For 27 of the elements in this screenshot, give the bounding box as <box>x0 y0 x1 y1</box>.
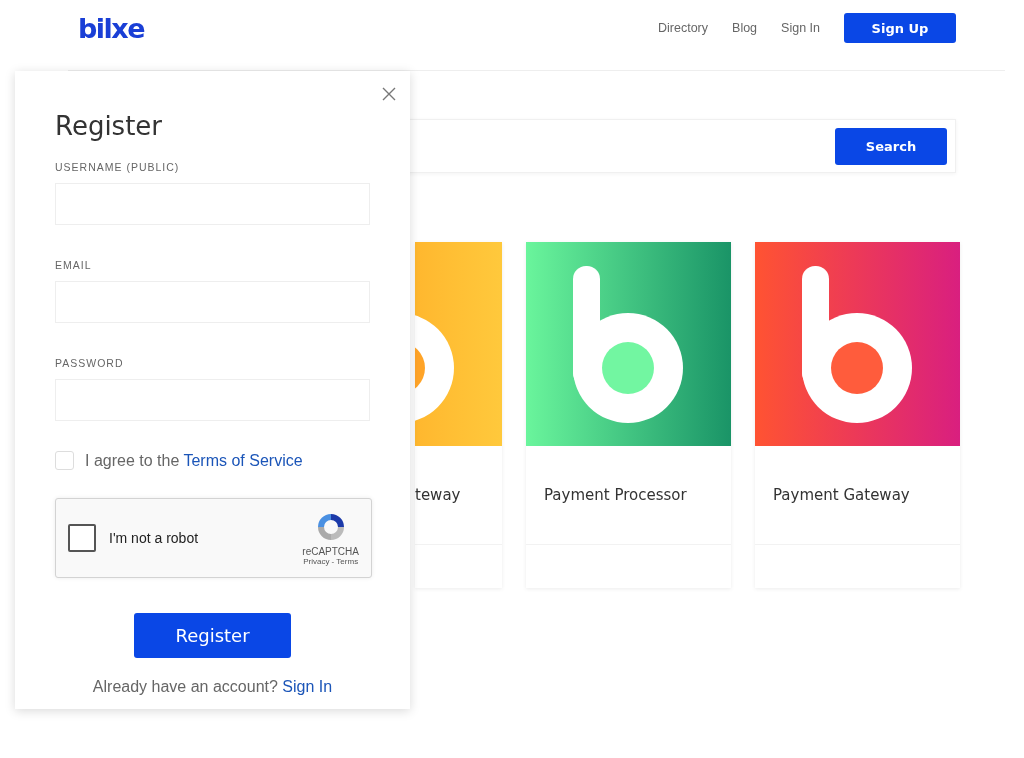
nav-link[interactable]: Directory <box>658 21 709 35</box>
card-title: Payment Processor <box>526 446 731 545</box>
captcha-checkbox[interactable] <box>68 524 96 552</box>
search-button[interactable]: Search <box>835 127 947 165</box>
field-label: USERNAME (PUBLIC) <box>55 161 181 173</box>
logo[interactable]: bilxe <box>78 12 145 44</box>
sign-in-link[interactable]: Sign In <box>282 678 333 695</box>
listing-card[interactable]: Payment Gateway <box>755 242 960 588</box>
field-label: PASSWORD <box>55 357 125 369</box>
listing-card[interactable]: Payment Processor <box>526 242 731 588</box>
sign-up-button[interactable]: Sign Up <box>844 13 956 43</box>
close-icon[interactable] <box>382 87 396 101</box>
card-title: Payment Gateway <box>755 446 960 545</box>
captcha-brand: reCAPTCHA <box>302 545 359 557</box>
captcha-links[interactable]: Privacy - Terms <box>303 556 359 566</box>
card-title: teway <box>415 446 502 545</box>
nav-link[interactable]: Sign In <box>781 21 820 35</box>
agree-text: I agree to the Terms of Service <box>85 451 303 470</box>
nav-link[interactable]: Blog <box>732 21 758 35</box>
field-label: EMAIL <box>55 259 93 271</box>
agree-checkbox[interactable] <box>55 451 74 470</box>
register-button[interactable]: Register <box>134 613 291 658</box>
terms-link[interactable]: Terms of Service <box>183 451 303 469</box>
listing-card[interactable]: teway <box>415 242 502 588</box>
dialog-title: Register <box>55 111 164 141</box>
sign-in-prompt: Already have an account? Sign In <box>92 678 333 696</box>
captcha-label: I'm not a robot <box>109 530 200 546</box>
